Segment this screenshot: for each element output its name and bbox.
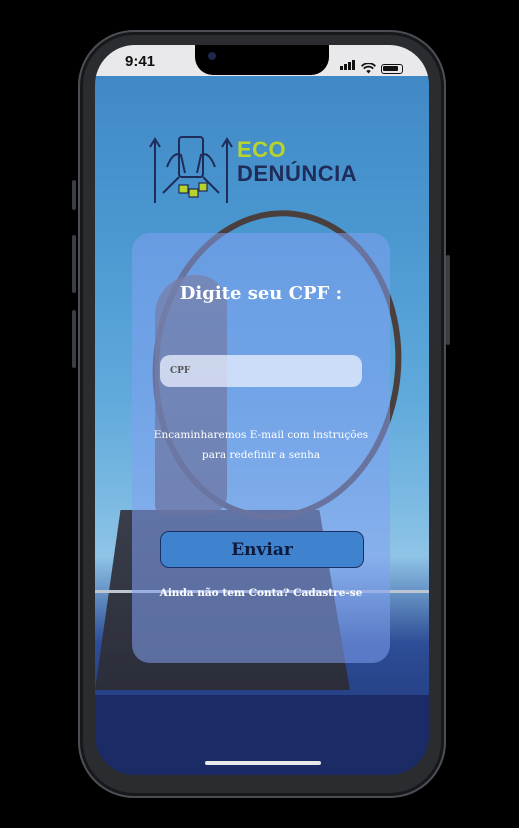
app-logo: ECO DENÚNCIA	[149, 133, 379, 205]
page-title: Digite seu CPF :	[179, 283, 343, 304]
volume-up-button	[72, 235, 76, 293]
wifi-icon	[361, 63, 376, 74]
volume-down-button	[72, 310, 76, 368]
silent-switch	[72, 180, 76, 210]
logo-text-denuncia: DENÚNCIA	[237, 161, 358, 186]
app-screen: 9:41 ECO DENÚNCIA Digite seu CPF: CPF E…	[95, 45, 429, 775]
battery-icon	[381, 64, 403, 74]
signal-icon	[340, 55, 356, 74]
cpf-input[interactable]	[160, 355, 362, 387]
reset-password-card: Digite seu CPF : Encaminharemos E-mail c…	[132, 233, 390, 663]
info-text: Encaminharemos E-mail com instruções par…	[153, 429, 369, 461]
home-indicator[interactable]	[205, 761, 321, 765]
notch	[195, 45, 329, 75]
logo-text-eco: ECO	[237, 137, 287, 162]
signup-link[interactable]: Ainda não tem Conta? Cadastre-se	[132, 587, 390, 599]
status-time: 9:41	[125, 53, 156, 70]
phone-hands-icon	[149, 136, 233, 203]
power-button	[446, 255, 450, 345]
front-camera	[208, 52, 216, 60]
status-icons	[340, 55, 403, 74]
send-button[interactable]: Enviar	[160, 531, 364, 568]
